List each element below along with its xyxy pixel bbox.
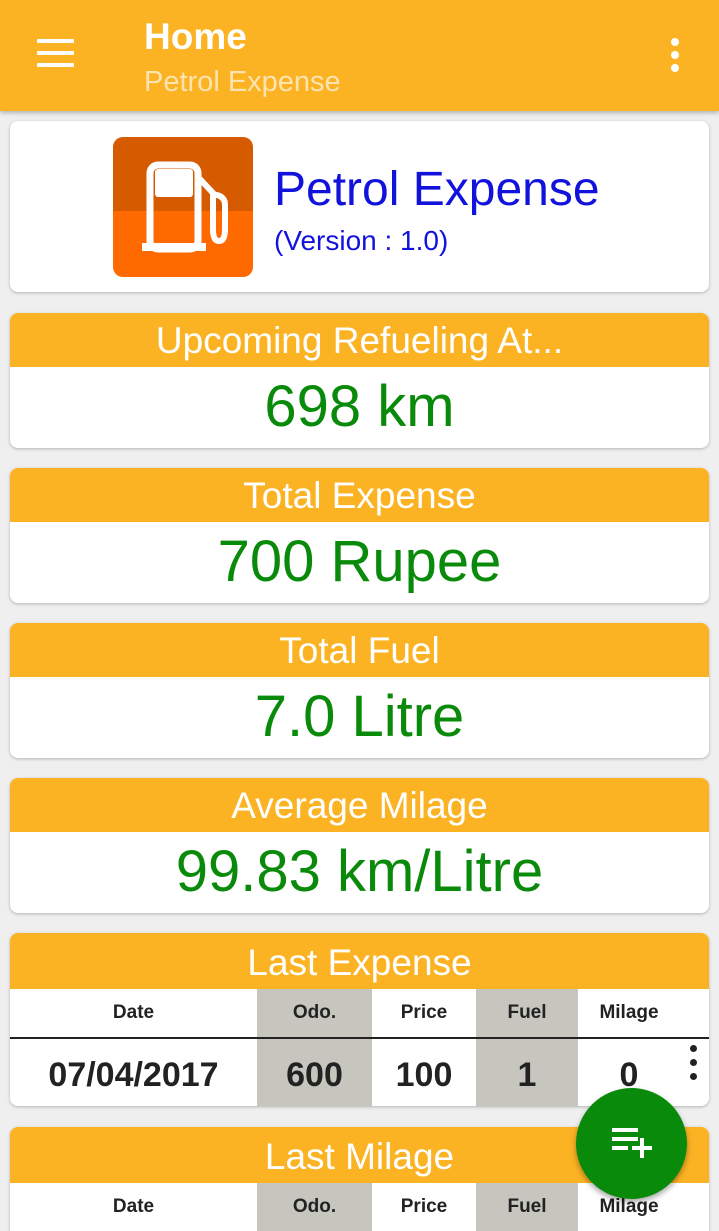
column-header-date: Date xyxy=(112,1196,155,1217)
cell-price: 100 xyxy=(395,1056,453,1094)
average-milage-value: 99.83 km/Litre xyxy=(175,839,544,904)
cell-odo: 600 xyxy=(257,1039,372,1106)
total-fuel-card: Total Fuel 7.0 Litre xyxy=(10,623,709,758)
upcoming-refueling-value: 698 km xyxy=(264,374,455,439)
app-bar: Home Petrol Expense xyxy=(0,0,719,111)
column-header-fuel: Fuel xyxy=(476,1183,578,1231)
app-name: Petrol Expense xyxy=(274,163,600,216)
row-more-vert-icon[interactable] xyxy=(686,1043,706,1083)
playlist-add-icon xyxy=(612,1128,652,1158)
column-header-odo: Odo. xyxy=(257,989,372,1037)
column-header-fuel: Fuel xyxy=(476,989,578,1037)
app-version: (Version : 1.0) xyxy=(274,225,449,256)
upcoming-refueling-card: Upcoming Refueling At... 698 km xyxy=(10,313,709,448)
average-milage-card: Average Milage 99.83 km/Litre xyxy=(10,778,709,913)
column-header-odo: Odo. xyxy=(257,1183,372,1231)
total-fuel-label: Total Fuel xyxy=(10,623,709,677)
upcoming-refueling-label: Upcoming Refueling At... xyxy=(10,313,709,367)
table-header: Date Odo. Price Fuel Milage xyxy=(10,989,709,1039)
column-header-milage: Milage xyxy=(599,1002,659,1023)
column-header-price: Price xyxy=(400,1002,448,1023)
total-expense-label: Total Expense xyxy=(10,468,709,522)
last-expense-card: Last Expense Date Odo. Price Fuel Milage… xyxy=(10,933,709,1106)
column-header-price: Price xyxy=(400,1196,448,1217)
more-vert-icon[interactable] xyxy=(654,30,698,80)
last-expense-title: Last Expense xyxy=(10,933,709,989)
page-title: Home xyxy=(144,16,247,57)
cell-date: 07/04/2017 xyxy=(48,1056,219,1094)
total-expense-card: Total Expense 700 Rupee xyxy=(10,468,709,603)
cell-fuel: 1 xyxy=(476,1039,578,1106)
add-expense-fab[interactable] xyxy=(576,1088,687,1199)
total-fuel-value: 7.0 Litre xyxy=(254,684,465,749)
page-subtitle: Petrol Expense xyxy=(144,66,341,98)
hamburger-menu-icon[interactable] xyxy=(28,32,84,76)
app-info-card: Petrol Expense (Version : 1.0) xyxy=(10,121,709,292)
fuel-pump-icon xyxy=(113,137,253,277)
total-expense-value: 700 Rupee xyxy=(217,529,502,594)
column-header-date: Date xyxy=(112,1002,155,1023)
average-milage-label: Average Milage xyxy=(10,778,709,832)
